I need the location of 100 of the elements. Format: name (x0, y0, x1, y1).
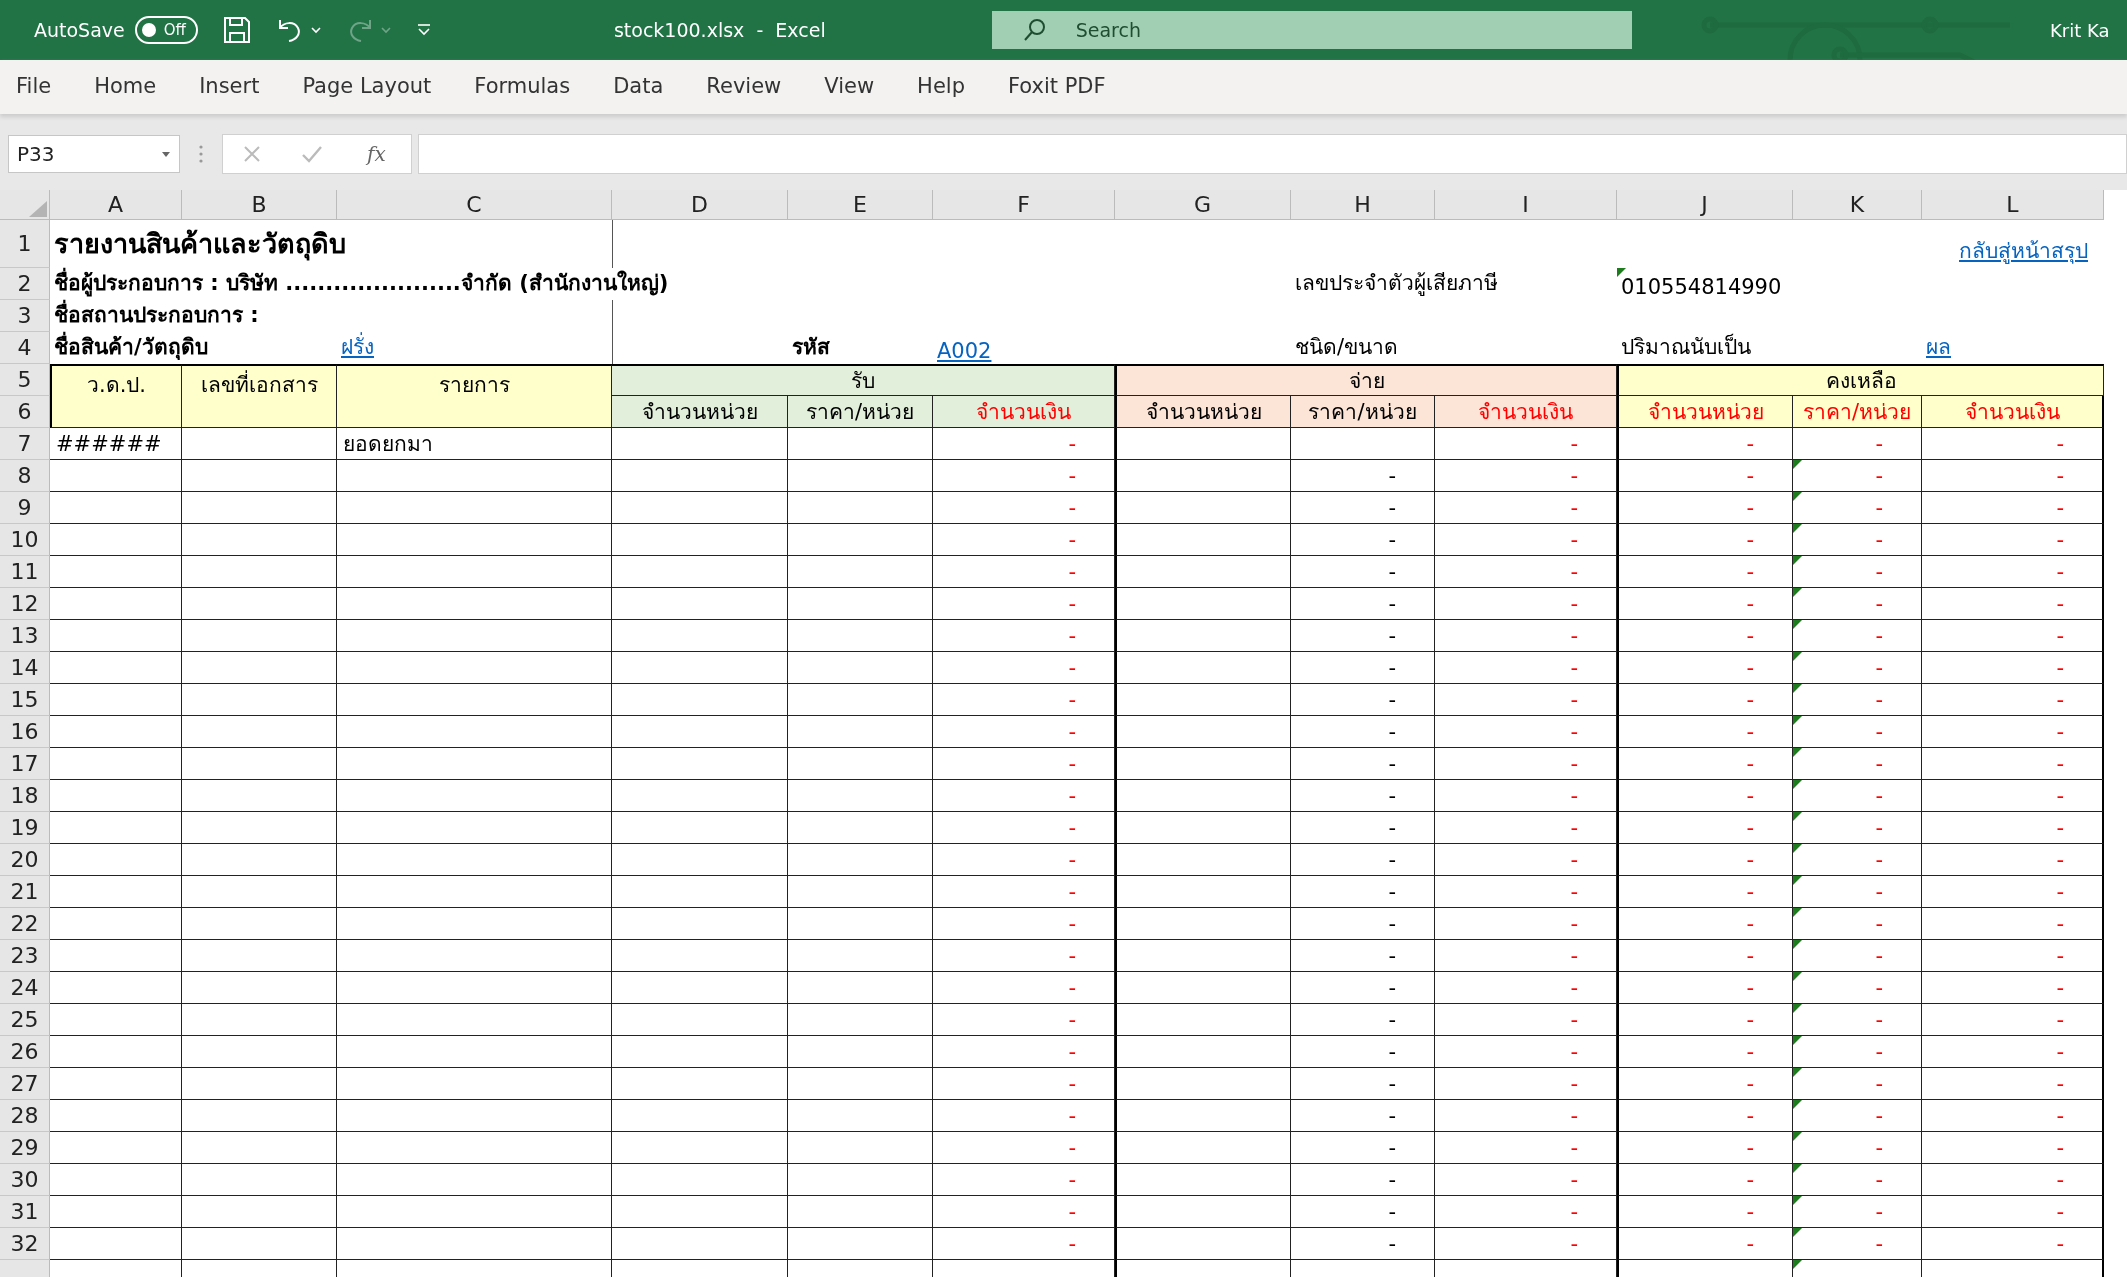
column-header[interactable]: I (1435, 190, 1617, 220)
undo-caret-icon[interactable] (309, 25, 322, 35)
cancel-icon[interactable] (242, 144, 263, 164)
ribbon-tab[interactable]: View (824, 65, 875, 109)
table-cell: - (1617, 844, 1793, 876)
row-header[interactable]: 21 (0, 876, 50, 908)
table-cell: - (1291, 620, 1435, 652)
ribbon-tab[interactable]: Insert (199, 65, 260, 109)
table-cell: - (1291, 1004, 1435, 1036)
row-header[interactable]: 13 (0, 620, 50, 652)
table-cell: - (1617, 620, 1793, 652)
table-cell: - (1617, 876, 1793, 908)
column-header[interactable]: H (1291, 190, 1435, 220)
column-heading: ราคา/หน่วย (788, 396, 933, 428)
redo-caret-icon[interactable] (379, 25, 392, 35)
row-header[interactable]: 27 (0, 1068, 50, 1100)
table-cell: - (1291, 1100, 1435, 1132)
table-cell: - (1617, 908, 1793, 940)
column-header[interactable]: B (182, 190, 337, 220)
ribbon-tab[interactable]: Foxit PDF (1008, 65, 1106, 109)
table-cell: - (1922, 556, 2104, 588)
table-cell: - (1435, 780, 1617, 812)
row-header[interactable]: 30 (0, 1164, 50, 1196)
row-header[interactable]: 6 (0, 396, 50, 428)
row-header[interactable]: 16 (0, 716, 50, 748)
ribbon-tab[interactable]: Home (94, 65, 157, 109)
row-header[interactable]: 26 (0, 1036, 50, 1068)
column-heading: จำนวนหน่วย (612, 396, 788, 428)
table-cell: - (1922, 908, 2104, 940)
row-header[interactable]: 29 (0, 1132, 50, 1164)
table-cell: - (1922, 940, 2104, 972)
column-header[interactable]: F (933, 190, 1115, 220)
table-cell: - (1793, 428, 1922, 460)
row-header[interactable]: 11 (0, 556, 50, 588)
column-heading: จำนวนเงิน (1435, 396, 1617, 428)
column-heading: จำนวนเงิน (933, 396, 1115, 428)
formula-input[interactable] (418, 134, 2127, 174)
row-header[interactable]: 25 (0, 1004, 50, 1036)
table-cell: - (933, 876, 1115, 908)
ribbon-tab[interactable]: Data (613, 65, 664, 109)
row-header[interactable]: 9 (0, 492, 50, 524)
user-name[interactable]: Krit Ka (2050, 19, 2110, 41)
row-header[interactable]: 10 (0, 524, 50, 556)
table-cell: - (1922, 1068, 2104, 1100)
row-header[interactable]: 28 (0, 1100, 50, 1132)
column-header[interactable]: J (1617, 190, 1793, 220)
row-header[interactable]: 1 (0, 220, 50, 268)
table-cell: - (1922, 1164, 2104, 1196)
column-header[interactable]: K (1793, 190, 1922, 220)
row-header[interactable]: 14 (0, 652, 50, 684)
table-cell: - (933, 1196, 1115, 1228)
row-header[interactable]: 32 (0, 1228, 50, 1260)
row-header[interactable]: 23 (0, 940, 50, 972)
row-header[interactable]: 7 (0, 428, 50, 460)
row-header[interactable]: 4 (0, 332, 50, 364)
row-header[interactable]: 24 (0, 972, 50, 1004)
name-box[interactable]: P33 (8, 135, 180, 173)
search-field[interactable]: Search (991, 11, 1632, 49)
row-header[interactable]: 5 (0, 364, 50, 396)
row-header[interactable]: 2 (0, 268, 50, 300)
row-header[interactable]: 22 (0, 908, 50, 940)
column-header[interactable]: E (788, 190, 933, 220)
row-header[interactable]: 12 (0, 588, 50, 620)
ribbon-tab[interactable]: File (16, 65, 52, 109)
insert-function-button[interactable]: fx (361, 141, 392, 167)
row-header[interactable]: 15 (0, 684, 50, 716)
table-cell: - (1435, 972, 1617, 1004)
table-cell: - (1617, 780, 1793, 812)
ribbon-tab[interactable]: Formulas (474, 65, 571, 109)
enter-icon[interactable] (300, 144, 323, 164)
ribbon-tab[interactable]: Help (917, 65, 965, 109)
table-cell: - (933, 620, 1115, 652)
row-header[interactable]: 17 (0, 748, 50, 780)
customize-toolbar-icon[interactable] (415, 22, 432, 38)
column-heading: ราคา/หน่วย (1793, 396, 1922, 428)
column-header[interactable]: G (1115, 190, 1291, 220)
table-cell: - (1435, 492, 1617, 524)
row-header[interactable]: 8 (0, 460, 50, 492)
table-cell: - (933, 1068, 1115, 1100)
autosave-toggle[interactable]: Off (134, 16, 198, 44)
column-header[interactable]: D (612, 190, 788, 220)
table-cell: - (1617, 492, 1793, 524)
table-cell: - (1617, 428, 1793, 460)
row-header[interactable]: 20 (0, 844, 50, 876)
row-header[interactable]: 3 (0, 300, 50, 332)
table-cell: - (1922, 1100, 2104, 1132)
column-header[interactable]: C (337, 190, 612, 220)
table-cell: - (1922, 588, 2104, 620)
ribbon-tab[interactable]: Page Layout (302, 65, 432, 109)
column-header[interactable]: A (50, 190, 182, 220)
table-cell: - (1922, 812, 2104, 844)
row-header[interactable]: 19 (0, 812, 50, 844)
row-header[interactable]: 31 (0, 1196, 50, 1228)
table-cell: - (933, 1164, 1115, 1196)
save-icon[interactable] (221, 15, 252, 45)
row-header[interactable]: 18 (0, 780, 50, 812)
table-cell: - (1922, 684, 2104, 716)
ribbon-tab[interactable]: Review (706, 65, 782, 109)
table-cell: - (1922, 1132, 2104, 1164)
column-header[interactable]: L (1922, 190, 2104, 220)
